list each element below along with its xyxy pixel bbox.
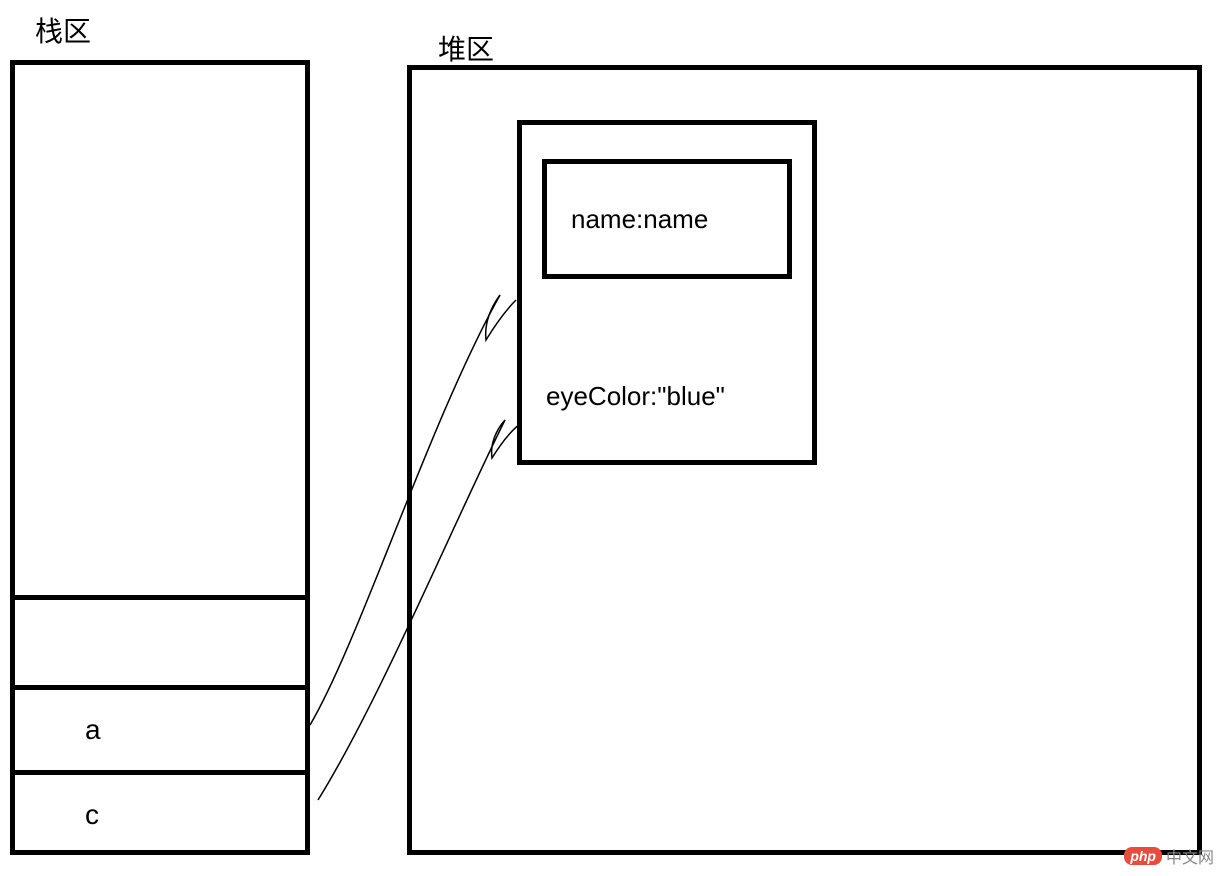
heap-area-label: 堆区	[438, 28, 494, 68]
stack-row-empty	[15, 595, 305, 685]
watermark-text: 中文网	[1166, 844, 1214, 868]
stack-row-a: a	[15, 685, 305, 770]
heap-object-outer-prop: eyeColor:"blue"	[546, 381, 725, 412]
heap-container: name:name eyeColor:"blue"	[407, 65, 1202, 855]
watermark-badge: php	[1124, 847, 1162, 865]
stack-row-c: c	[15, 770, 305, 855]
stack-container: a c	[10, 60, 310, 855]
watermark: php 中文网	[1124, 844, 1214, 868]
heap-object-inner-prop: name:name	[542, 159, 792, 279]
stack-area-label: 栈区	[35, 10, 91, 50]
heap-object: name:name eyeColor:"blue"	[517, 120, 817, 465]
